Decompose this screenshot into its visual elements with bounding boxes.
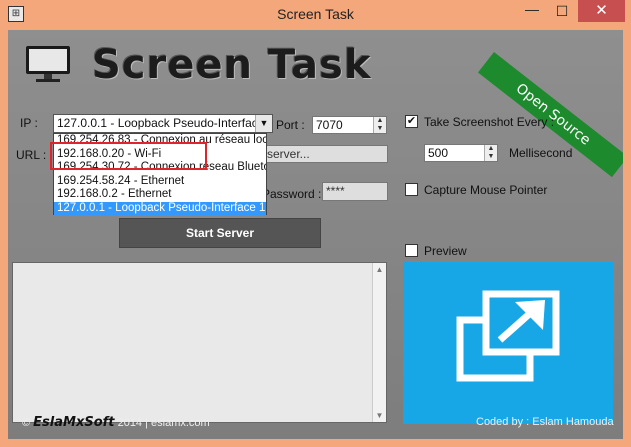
ip-option[interactable]: 169.254.58.24 - Ethernet: [54, 175, 266, 189]
annotation-highlight: [50, 142, 207, 170]
monitor-icon: [26, 46, 70, 82]
url-field[interactable]: server...: [263, 145, 388, 163]
url-label: URL :: [16, 148, 47, 162]
url-value: server...: [267, 147, 310, 161]
preview-area: [403, 262, 613, 424]
password-label: Password :: [262, 187, 322, 201]
start-server-button[interactable]: Start Server: [119, 218, 321, 248]
interval-stepper[interactable]: 500 ▲ ▼: [424, 144, 498, 162]
app-window: ⊞ Screen Task — ☐ ✕ Screen Task Open Sou…: [0, 0, 631, 447]
screenshot-checkbox[interactable]: ✔: [405, 115, 418, 128]
password-value: ****: [326, 184, 345, 198]
ip-option-selected[interactable]: 127.0.0.1 - Loopback Pseudo-Interface 1: [54, 201, 266, 215]
expand-window-icon: [456, 290, 560, 382]
footer-year-site: 2014 | eslamx.com: [117, 417, 210, 429]
ip-label: IP :: [20, 116, 38, 130]
title-bar[interactable]: ⊞ Screen Task — ☐ ✕: [0, 0, 631, 30]
ip-select-value: 127.0.0.1 - Loopback Pseudo-Interface 1: [57, 116, 273, 130]
chevron-down-icon[interactable]: ▼: [255, 115, 272, 132]
spin-arrows-icon[interactable]: ▲ ▼: [484, 145, 497, 161]
ip-option[interactable]: 192.168.0.2 - Ethernet: [54, 188, 266, 202]
interval-value: 500: [428, 146, 449, 160]
scroll-down-icon[interactable]: ▼: [373, 409, 386, 422]
port-stepper[interactable]: 7070 ▲ ▼: [312, 116, 387, 134]
copyright-icon: ©: [22, 417, 31, 429]
screenshot-label: Take Screenshot Every :: [424, 115, 555, 129]
preview-label: Preview: [424, 244, 467, 258]
brand-name: EslaMxSoft: [33, 415, 115, 430]
footer-credits: © EslaMxSoft 2014 | eslamx.com: [22, 415, 210, 430]
maximize-button[interactable]: ☐: [548, 0, 576, 22]
capture-mouse-label: Capture Mouse Pointer: [424, 183, 548, 197]
capture-mouse-checkbox[interactable]: [405, 183, 418, 196]
password-field[interactable]: ****: [322, 182, 388, 201]
scrollbar[interactable]: ▲ ▼: [372, 263, 386, 422]
log-textarea[interactable]: ▲ ▼: [12, 262, 387, 423]
interval-unit-label: Mellisecond: [509, 146, 573, 160]
ip-select[interactable]: 127.0.0.1 - Loopback Pseudo-Interface 1 …: [53, 114, 273, 133]
main-panel: Screen Task Open Source IP : 127.0.0.1 -…: [8, 30, 623, 439]
minimize-button[interactable]: —: [518, 0, 546, 22]
coded-by: Coded by : Eslam Hamouda: [476, 416, 614, 428]
app-logo: Screen Task: [92, 42, 372, 88]
port-label: Port :: [276, 118, 305, 132]
close-button[interactable]: ✕: [578, 0, 625, 22]
spin-arrows-icon[interactable]: ▲ ▼: [373, 117, 386, 133]
port-value: 7070: [316, 118, 343, 132]
preview-checkbox[interactable]: [405, 244, 418, 257]
scroll-up-icon[interactable]: ▲: [373, 263, 386, 276]
